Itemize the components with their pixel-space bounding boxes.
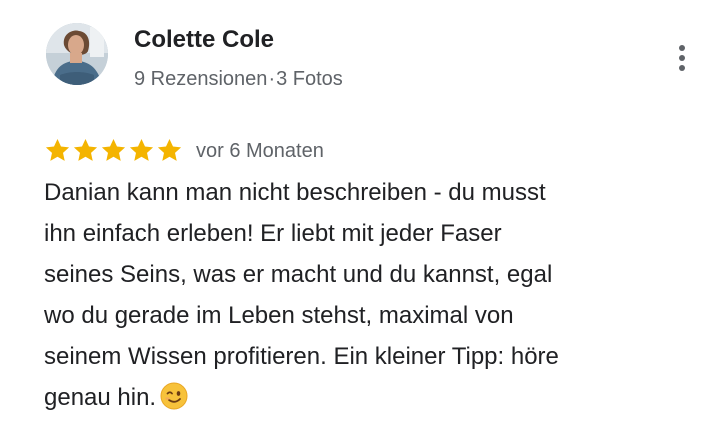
avatar-photo (46, 23, 108, 85)
rating-row: vor 6 Monaten (44, 136, 324, 164)
more-options-button[interactable] (668, 40, 696, 76)
photos-count: 3 Fotos (276, 68, 343, 90)
review-line: wo du gerade im Leben stehst, maximal vo… (44, 302, 514, 329)
review-line: genau hin. (44, 384, 157, 411)
meta-separator: · (268, 68, 276, 90)
reviewer-name[interactable]: Colette Cole (134, 26, 274, 54)
review-line: ihn einfach erleben! Er liebt mit jeder … (44, 220, 502, 247)
review-last-line: genau hin. (44, 377, 664, 418)
reviewer-meta: 9 Rezensionen·3 Fotos (134, 68, 343, 91)
winking-face-icon (160, 382, 188, 410)
more-vertical-icon (679, 45, 685, 51)
reviews-count: 9 Rezensionen (134, 68, 268, 90)
star-filled-icon (157, 138, 182, 161)
star-filled-icon (101, 138, 126, 161)
star-filled-icon (73, 138, 98, 161)
more-vertical-icon-dot (679, 65, 685, 71)
avatar[interactable] (46, 23, 108, 85)
review-card: Colette Cole 9 Rezensionen·3 Fotos vor 6… (0, 0, 712, 436)
more-vertical-icon-dot (679, 55, 685, 61)
review-line: Danian kann man nicht beschreiben - du m… (44, 179, 546, 206)
star-rating (44, 137, 183, 164)
star-filled-icon (129, 138, 154, 161)
review-text: Danian kann man nicht beschreiben - du m… (44, 172, 664, 418)
star-filled-icon (45, 138, 70, 161)
review-line: seines Seins, was er macht und du kannst… (44, 261, 553, 288)
review-line: seinem Wissen profitieren. Ein kleiner T… (44, 343, 559, 370)
review-date: vor 6 Monaten (196, 139, 324, 162)
